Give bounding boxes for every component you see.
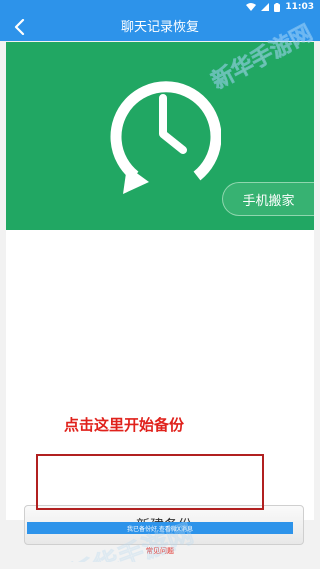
footer-strip[interactable]: 我已备份好,查看微X消息 bbox=[27, 522, 293, 534]
status-time: 11:03 bbox=[285, 2, 314, 12]
nav-bar: 聊天记录恢复 bbox=[0, 14, 320, 41]
phone-migrate-label: 手机搬家 bbox=[242, 193, 295, 209]
status-bar: 11:03 bbox=[0, 0, 320, 14]
wifi-icon bbox=[246, 3, 257, 11]
content-card: 手机搬家 新建备份 bbox=[6, 42, 314, 545]
hero-banner: 手机搬家 bbox=[6, 42, 314, 230]
phone-migrate-button[interactable]: 手机搬家 bbox=[222, 182, 314, 216]
hint-text: 点击这里开始备份 bbox=[64, 416, 185, 434]
signal-icon bbox=[261, 3, 270, 11]
faq-link[interactable]: 常见问题 bbox=[0, 546, 320, 556]
footer-strip-text: 我已备份好,查看微X消息 bbox=[126, 525, 194, 533]
page-title: 聊天记录恢复 bbox=[120, 20, 199, 35]
battery-icon bbox=[274, 2, 281, 12]
clock-history-icon bbox=[110, 81, 221, 194]
